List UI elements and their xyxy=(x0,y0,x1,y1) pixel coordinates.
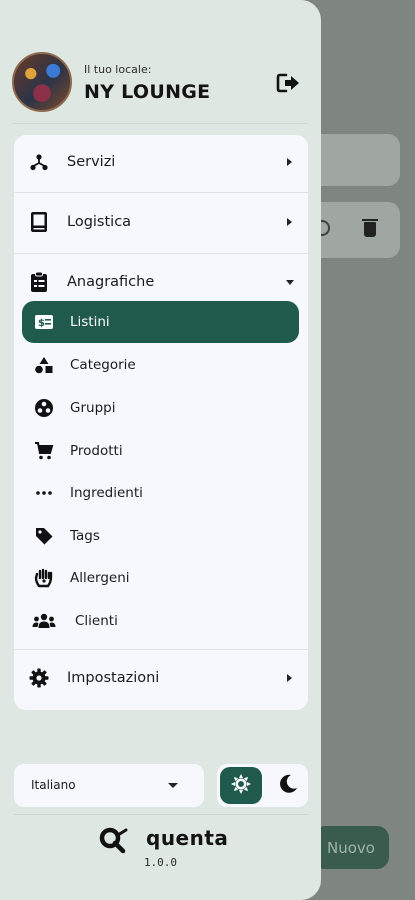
submenu-item-label: Tags xyxy=(70,528,100,544)
book-icon xyxy=(28,211,50,233)
brand: quenta xyxy=(98,822,228,854)
language-value: Italiano xyxy=(31,778,76,792)
header-divider xyxy=(12,123,308,124)
footer-divider xyxy=(14,814,308,815)
submenu-item-label: Listini xyxy=(70,314,110,330)
submenu-item-label: Gruppi xyxy=(70,400,116,416)
logout-icon[interactable] xyxy=(276,72,302,94)
submenu-item-clienti[interactable]: Clienti xyxy=(22,600,299,642)
brand-name: quenta xyxy=(146,826,229,850)
menu-divider xyxy=(14,649,308,650)
menu-item-logistica[interactable]: Logistica xyxy=(14,195,308,249)
chevron-right-icon xyxy=(287,674,292,682)
gear-icon xyxy=(28,667,50,689)
moon-icon xyxy=(278,774,298,798)
navigation-drawer: Il tuo locale: NY LOUNGE Servizi Logisti… xyxy=(0,0,321,900)
submenu-item-allergeni[interactable]: Allergeni xyxy=(22,557,299,599)
submenu-item-label: Categorie xyxy=(70,357,136,373)
drawer-header: Il tuo locale: NY LOUNGE xyxy=(12,52,308,114)
submenu-item-categorie[interactable]: Categorie xyxy=(22,344,299,386)
light-theme-button[interactable] xyxy=(220,767,262,804)
svg-text:$: $ xyxy=(38,318,45,329)
submenu-item-listini[interactable]: $ Listini xyxy=(22,301,299,343)
menu-panel: Servizi Logistica Anagrafiche $ Listini … xyxy=(14,135,308,710)
dark-theme-button[interactable] xyxy=(276,774,300,798)
submenu-item-label: Ingredienti xyxy=(70,485,143,501)
chevron-down-icon xyxy=(286,279,294,285)
menu-divider xyxy=(14,192,308,193)
menu-divider xyxy=(14,253,308,254)
submenu-item-label: Allergeni xyxy=(70,570,130,586)
hand-icon xyxy=(34,568,54,588)
sun-icon xyxy=(231,773,251,798)
menu-item-label: Servizi xyxy=(67,154,116,170)
venue-name: NY LOUNGE xyxy=(84,81,211,103)
menu-item-label: Logistica xyxy=(67,214,132,230)
submenu-item-gruppi[interactable]: Gruppi xyxy=(22,387,299,429)
background-new-button: Nuovo xyxy=(313,826,389,869)
theme-toggle xyxy=(217,764,308,807)
dots-icon xyxy=(34,483,54,503)
cart-icon xyxy=(34,441,54,461)
tag-icon xyxy=(34,526,54,546)
chevron-right-icon xyxy=(287,218,292,226)
background-trash-icon xyxy=(362,219,378,237)
chevron-right-icon xyxy=(287,158,292,166)
shapes-icon xyxy=(34,355,54,375)
venue-avatar xyxy=(12,52,72,112)
menu-item-label: Impostazioni xyxy=(67,670,160,686)
price-list-icon: $ xyxy=(34,312,54,332)
menu-item-label: Anagrafiche xyxy=(67,274,155,290)
submenu-item-prodotti[interactable]: Prodotti xyxy=(22,430,299,472)
network-icon xyxy=(28,151,50,173)
menu-item-impostazioni[interactable]: Impostazioni xyxy=(14,651,308,705)
submenu-item-ingredienti[interactable]: Ingredienti xyxy=(22,472,299,514)
quenta-logo-icon xyxy=(98,826,130,854)
language-select[interactable]: Italiano xyxy=(14,764,204,807)
chevron-down-icon xyxy=(168,783,178,788)
users-icon xyxy=(32,611,56,631)
clipboard-icon xyxy=(28,271,50,293)
app-version: 1.0.0 xyxy=(143,856,178,869)
submenu-item-label: Clienti xyxy=(75,613,118,629)
submenu-item-label: Prodotti xyxy=(70,443,123,459)
menu-item-servizi[interactable]: Servizi xyxy=(14,135,308,189)
group-circle-icon xyxy=(34,398,54,418)
venue-label: Il tuo locale: xyxy=(84,63,152,76)
submenu-item-tags[interactable]: Tags xyxy=(22,515,299,557)
